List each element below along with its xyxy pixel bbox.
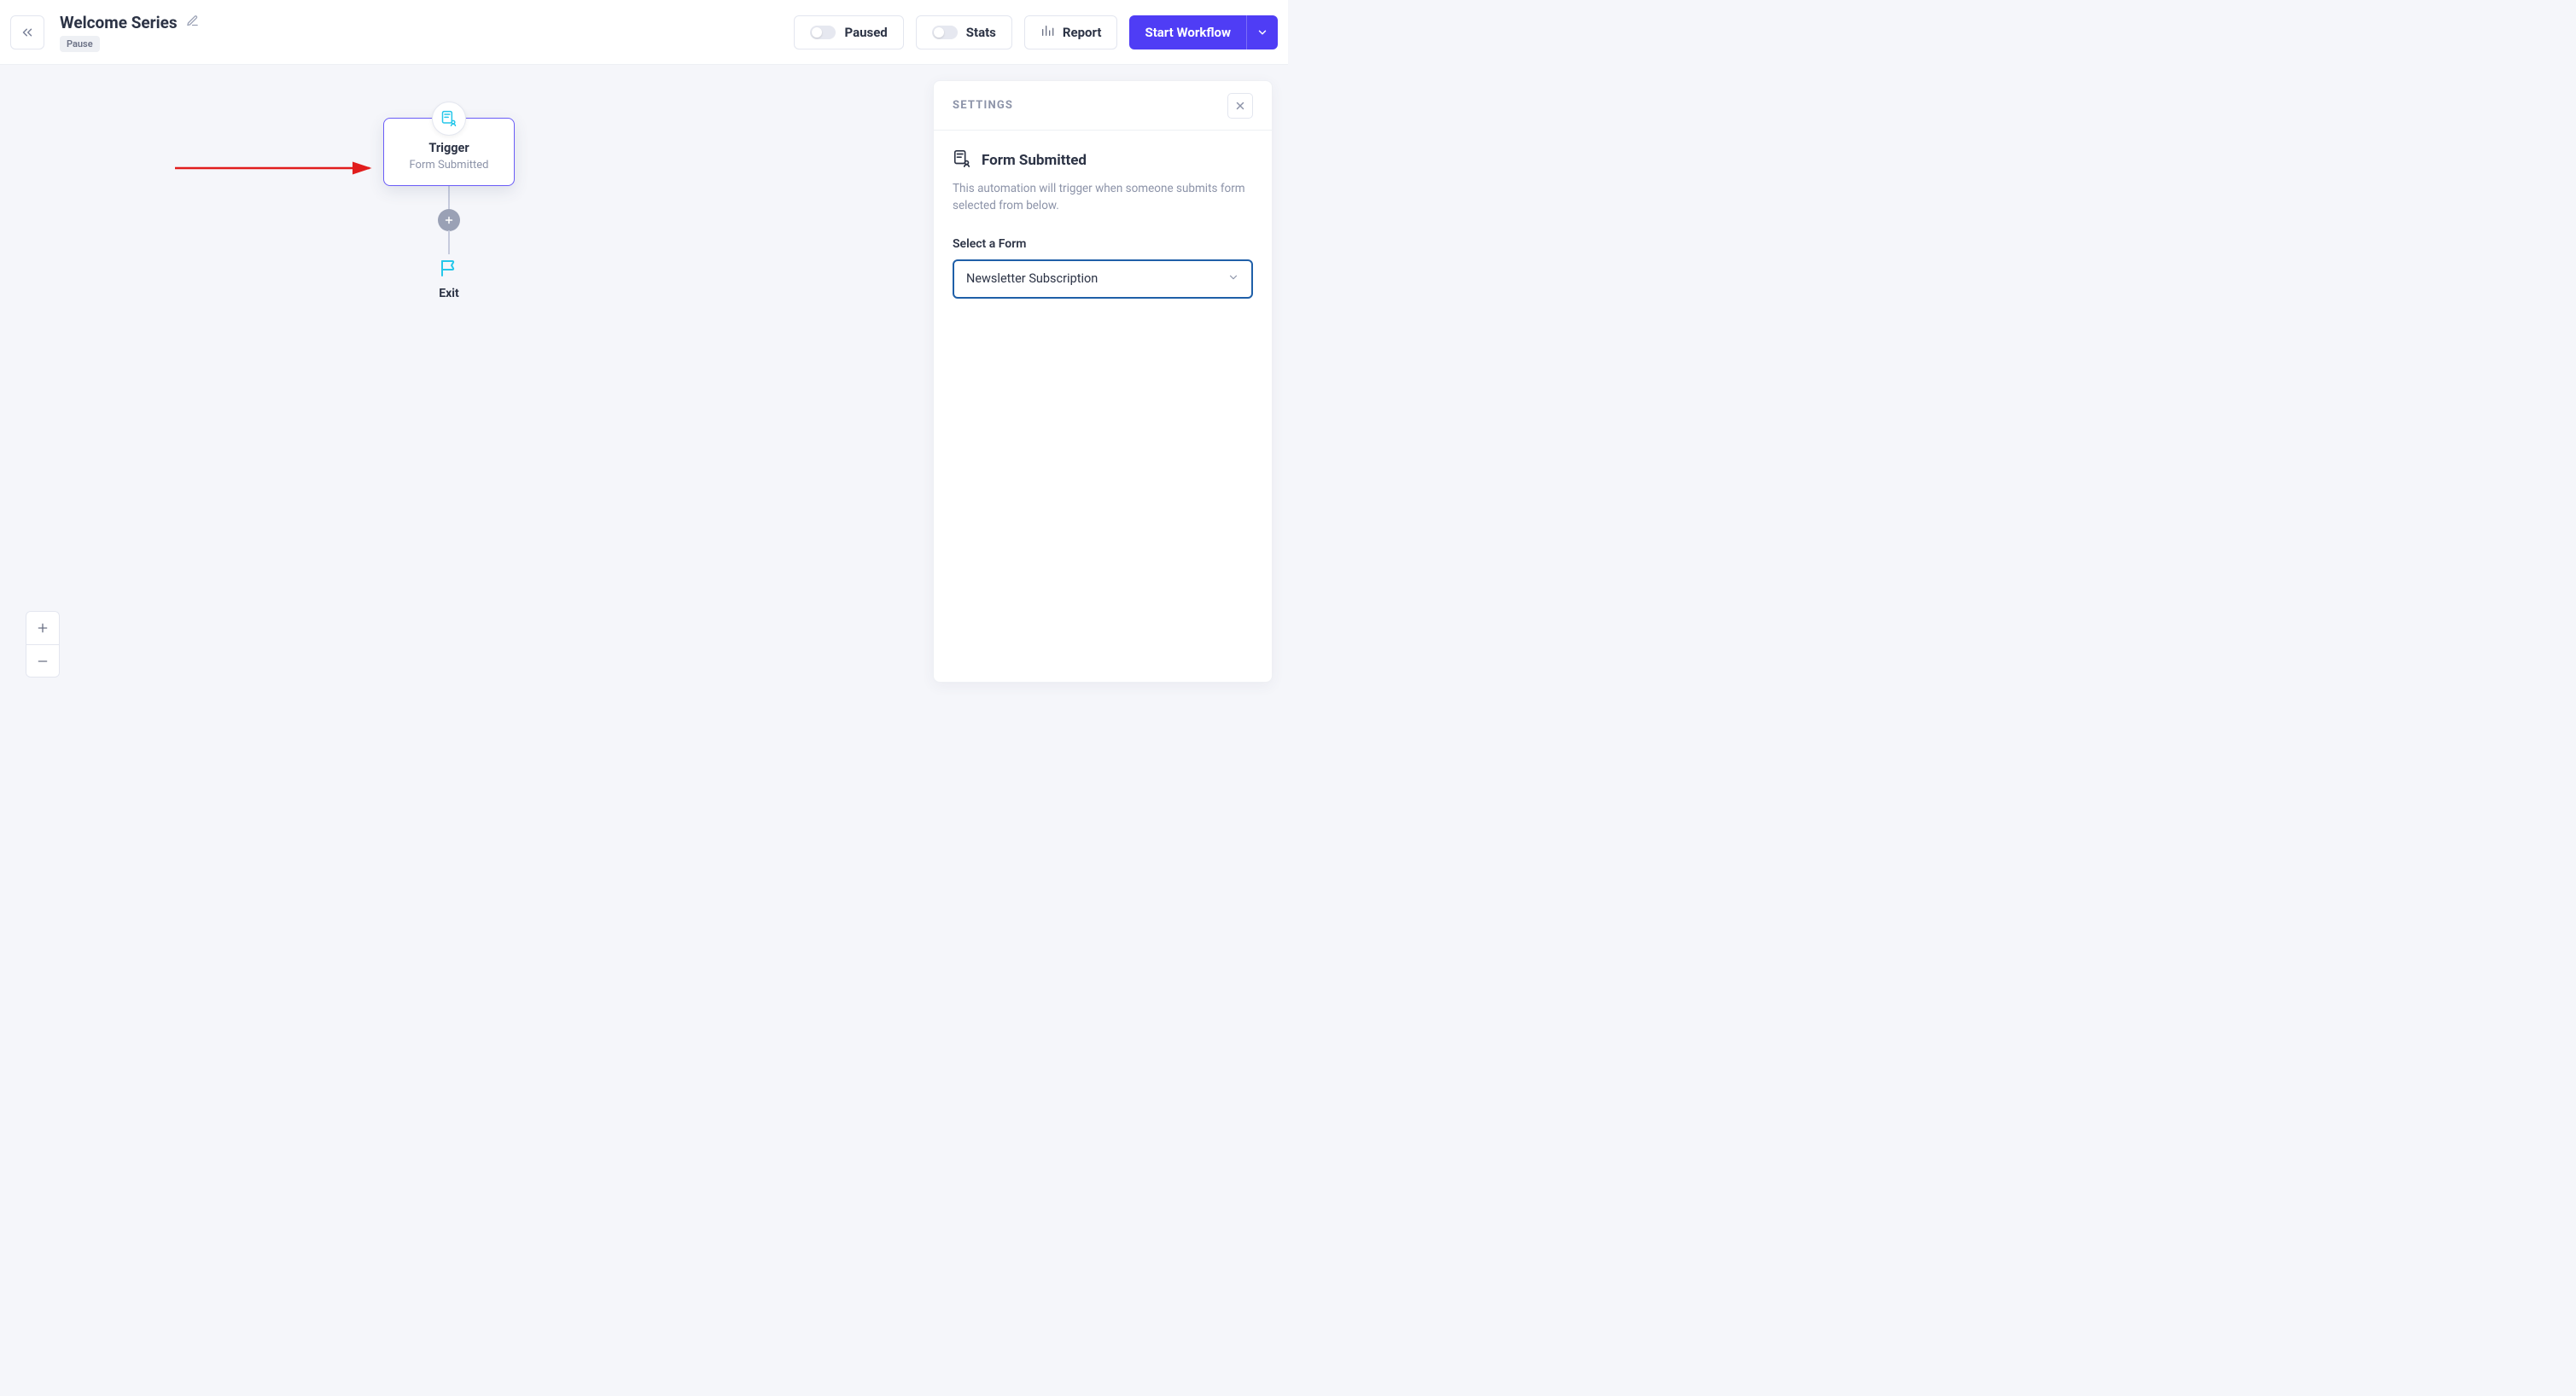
settings-panel-header: SETTINGS: [934, 81, 1272, 131]
chevron-down-icon: [1256, 26, 1268, 38]
paused-label: Paused: [844, 25, 887, 40]
workflow-canvas[interactable]: Trigger Form Submitted Exit SETTINGS: [0, 65, 1288, 698]
form-select-dropdown[interactable]: Newsletter Subscription: [953, 259, 1253, 299]
zoom-controls: [26, 611, 60, 678]
close-settings-button[interactable]: [1227, 93, 1253, 119]
settings-panel-title: SETTINGS: [953, 99, 1013, 112]
form-user-icon: [953, 149, 971, 172]
trigger-node-subtitle: Form Submitted: [393, 159, 505, 172]
trigger-node-icon-circle: [432, 102, 466, 136]
form-select-label: Select a Form: [953, 237, 1253, 251]
top-bar: Welcome Series Pause Paused Stats Report…: [0, 0, 1288, 65]
start-workflow-dropdown[interactable]: [1247, 15, 1278, 49]
toggle-switch-icon: [932, 26, 958, 39]
trigger-node-title: Trigger: [393, 141, 505, 155]
report-button[interactable]: Report: [1024, 15, 1118, 49]
zoom-in-button[interactable]: [26, 612, 59, 644]
add-step-button[interactable]: [438, 209, 460, 231]
x-icon: [1234, 100, 1246, 112]
title-block: Welcome Series Pause: [60, 13, 199, 52]
chevrons-left-icon: [20, 25, 35, 40]
chevron-down-icon: [1227, 271, 1239, 287]
plus-icon: [444, 215, 454, 225]
settings-section-heading: Form Submitted: [982, 152, 1087, 169]
annotation-arrow-left: [175, 160, 380, 177]
connector-line: [448, 230, 450, 254]
pencil-icon: [186, 15, 199, 27]
zoom-out-button[interactable]: [26, 644, 59, 677]
top-bar-actions: Paused Stats Report Start Workflow: [794, 15, 1278, 49]
workflow-title: Welcome Series: [60, 13, 178, 32]
start-workflow-split-button: Start Workflow: [1129, 15, 1278, 49]
stats-toggle-button[interactable]: Stats: [916, 15, 1012, 49]
status-badge: Pause: [60, 36, 100, 52]
bar-chart-icon: [1040, 24, 1054, 41]
report-label: Report: [1063, 25, 1102, 40]
trigger-node[interactable]: Trigger Form Submitted: [383, 118, 515, 186]
stats-label: Stats: [966, 25, 996, 40]
form-user-icon: [440, 110, 458, 127]
edit-title-button[interactable]: [186, 15, 199, 31]
settings-panel-body: Form Submitted This automation will trig…: [934, 131, 1272, 317]
exit-node: Exit: [439, 258, 459, 300]
workflow-node-column: Trigger Form Submitted Exit: [383, 118, 515, 300]
paused-toggle-button[interactable]: Paused: [794, 15, 903, 49]
flag-icon: [439, 258, 459, 282]
form-select-value: Newsletter Subscription: [966, 271, 1098, 286]
connector-line: [448, 186, 450, 210]
settings-section-description: This automation will trigger when someon…: [953, 180, 1253, 215]
settings-section-row: Form Submitted: [953, 149, 1253, 172]
start-workflow-button[interactable]: Start Workflow: [1129, 15, 1247, 49]
plus-icon: [36, 621, 50, 635]
toggle-switch-icon: [810, 26, 836, 39]
back-button[interactable]: [10, 15, 44, 49]
start-workflow-label: Start Workflow: [1145, 25, 1231, 40]
exit-label: Exit: [439, 287, 458, 300]
minus-icon: [36, 654, 50, 668]
settings-panel: SETTINGS Form Submitted This autom: [933, 80, 1273, 683]
